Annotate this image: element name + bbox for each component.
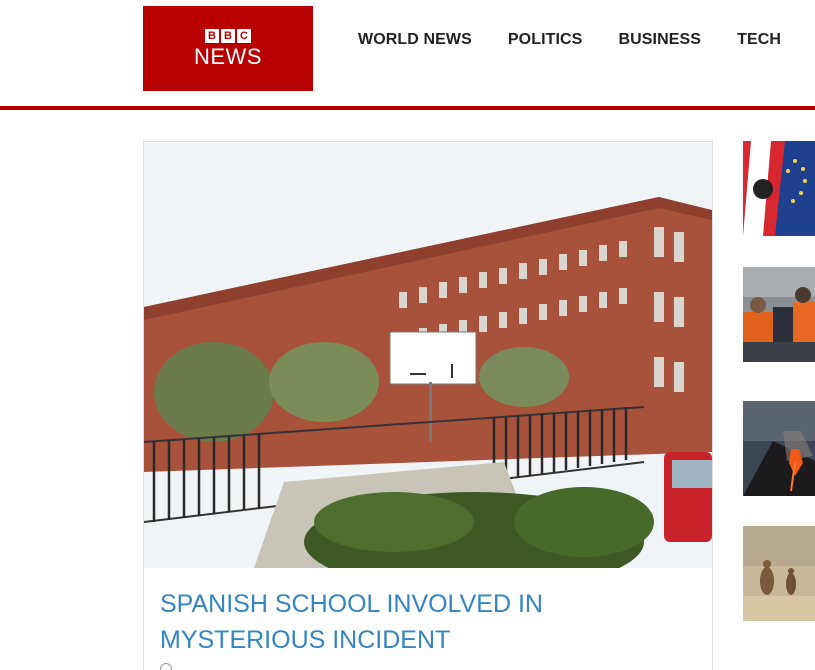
page: B B C NEWS WORLD NEWS POLITICS BUSINESS …: [0, 0, 815, 670]
school-photo: [144, 142, 712, 568]
bbc-blocks: B B C: [205, 29, 251, 43]
nav-item-tech[interactable]: TECH: [719, 28, 799, 52]
thumb-kangaroo[interactable]: [743, 526, 815, 621]
kangaroo-icon: [743, 526, 815, 621]
nav-item-business[interactable]: BUSINESS: [600, 28, 719, 52]
logo-news-text: NEWS: [194, 44, 262, 69]
thumb-volcano[interactable]: [743, 401, 815, 496]
article-image[interactable]: [144, 142, 712, 568]
bbc-letter: B: [221, 29, 235, 43]
nav-item-world-news[interactable]: WORLD NEWS: [340, 28, 490, 52]
volcano-icon: [743, 401, 815, 496]
thumb-rescue-workers[interactable]: [743, 267, 815, 362]
bbc-letter: C: [237, 29, 251, 43]
flags-icon: [743, 141, 815, 236]
thumb-flags[interactable]: [743, 141, 815, 236]
clock-icon: [160, 663, 172, 670]
nav-item-politics[interactable]: POLITICS: [490, 28, 601, 52]
bbc-letter: B: [205, 29, 219, 43]
featured-article-card[interactable]: SPANISH SCHOOL INVOLVED IN MYSTERIOUS IN…: [143, 141, 713, 670]
rescue-workers-icon: [743, 267, 815, 362]
article-headline[interactable]: SPANISH SCHOOL INVOLVED IN MYSTERIOUS IN…: [160, 586, 680, 658]
article-meta: [160, 663, 172, 670]
bbc-news-logo[interactable]: B B C NEWS: [143, 6, 313, 91]
site-header: B B C NEWS WORLD NEWS POLITICS BUSINESS …: [0, 0, 815, 110]
main-nav: WORLD NEWS POLITICS BUSINESS TECH: [340, 28, 799, 52]
